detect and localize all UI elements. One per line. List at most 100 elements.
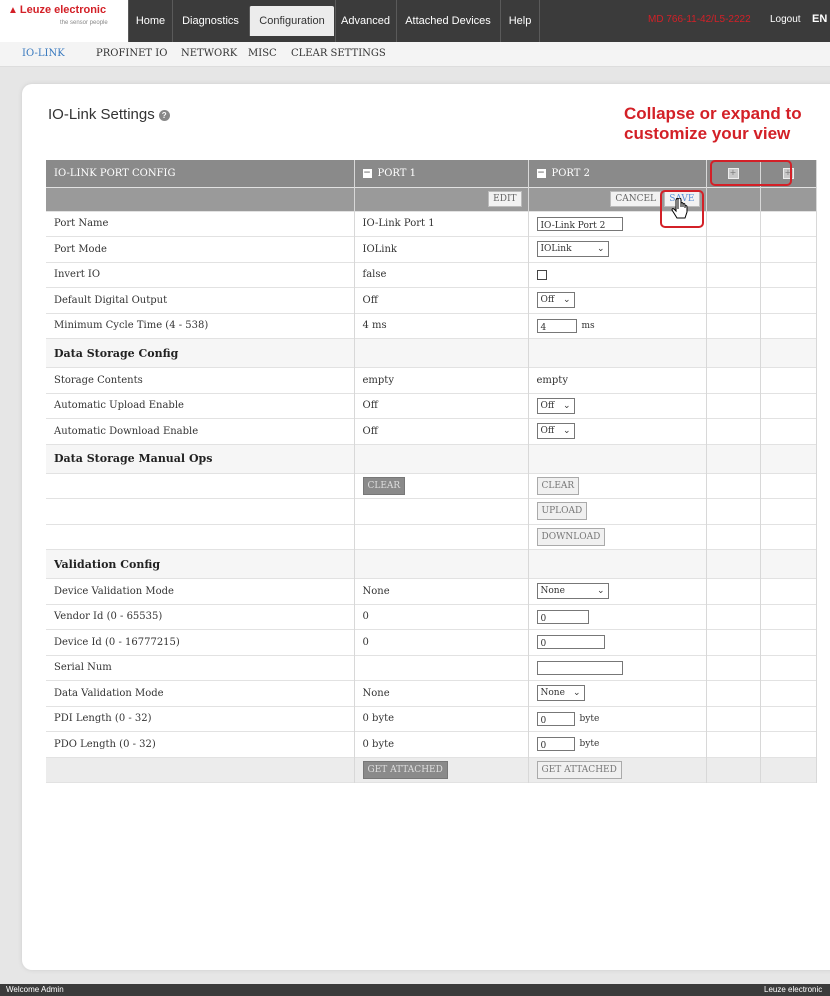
table-row: PDO Length (0 - 32) 0 byte 0 byte [46,731,817,757]
row-label: Invert IO [46,262,355,288]
collapse-port2-icon[interactable]: − [536,168,546,178]
row-label: Automatic Upload Enable [46,393,355,419]
row-label: Port Name [46,211,355,237]
row-label: Device Id (0 - 16777215) [46,629,355,655]
table-row: Device Id (0 - 16777215) 0 0 [46,629,817,655]
table-row: Port Mode IOLink IOLink ⌄ [46,236,817,262]
device-id-input[interactable]: 0 [536,635,605,650]
section-title: Validation Config [46,549,355,579]
row-label: Automatic Download Enable [46,418,355,444]
port1-value: IOLink [354,236,529,262]
footer-brand: Leuze electronic [764,985,823,994]
language-selector[interactable]: EN [812,13,827,25]
toolbar-row: EDIT CANCEL SAVE [46,187,817,211]
subnav-clear-settings[interactable]: CLEAR SETTINGS [291,48,386,59]
expand-port4-icon[interactable]: + [782,167,794,179]
invert-io-checkbox[interactable] [536,269,547,280]
chevron-down-icon: ⌄ [596,244,605,255]
subnav-network[interactable]: NETWORK [181,48,237,59]
chevron-down-icon: ⌄ [562,400,571,411]
default-output-select[interactable]: Off ⌄ [536,292,575,309]
column-header-port1: − PORT 1 [354,160,529,187]
row-label: Serial Num [46,655,355,681]
sub-nav: IO-LINK PROFINET IO NETWORK MISC CLEAR S… [0,42,830,67]
subnav-io-link[interactable]: IO-LINK [22,48,65,59]
vendor-id-input[interactable]: 0 [536,609,589,624]
port-mode-select[interactable]: IOLink ⌄ [536,241,609,258]
help-icon[interactable]: ? [158,109,170,121]
port1-value: 0 [354,629,529,655]
nav-help[interactable]: Help [500,0,540,42]
logo-triangle-icon: ▲ [8,5,18,16]
port1-value: 0 byte [354,706,529,732]
device-validation-select[interactable]: None ⌄ [536,583,609,600]
cancel-button[interactable]: CANCEL [610,191,662,207]
port1-get-attached-button[interactable]: GET ATTACHED [362,760,448,779]
table-row: Automatic Upload Enable Off Off ⌄ [46,393,817,419]
port1-value: Off [354,287,529,313]
column-header-config: IO-LINK PORT CONFIG [46,160,355,187]
table-row: Default Digital Output Off Off ⌄ [46,287,817,313]
port1-value [354,655,529,681]
data-validation-select[interactable]: None ⌄ [536,685,585,702]
chevron-down-icon: ⌄ [572,688,581,699]
nav-diagnostics[interactable]: Diagnostics [172,0,248,42]
table-row: Vendor Id (0 - 65535) 0 0 [46,604,817,630]
port1-value: empty [354,367,529,393]
subnav-profinet-io[interactable]: PROFINET IO [96,48,167,59]
unit-label: ms [581,320,595,331]
pdi-length-input[interactable]: 0 [536,711,575,726]
table-row: Automatic Download Enable Off Off ⌄ [46,418,817,444]
port1-value: false [354,262,529,288]
subnav-misc[interactable]: MISC [248,48,277,59]
port2-clear-button[interactable]: CLEAR [536,476,580,495]
table-row: Storage Contents empty empty [46,367,817,393]
footer: Welcome Admin Leuze electronic [0,984,830,996]
edit-button[interactable]: EDIT [488,191,522,207]
collapse-port1-icon[interactable]: − [362,168,372,178]
row-label: Default Digital Output [46,287,355,313]
nav-configuration[interactable]: Configuration [249,6,334,36]
port-name-input[interactable]: IO-Link Port 2 [536,216,623,231]
chevron-down-icon: ⌄ [562,295,571,306]
auto-upload-select[interactable]: Off ⌄ [536,397,575,414]
port1-value: Off [354,393,529,419]
section-row: Data Storage Config [46,338,817,368]
port2-upload-button[interactable]: UPLOAD [536,502,588,521]
row-label: PDI Length (0 - 32) [46,706,355,732]
port1-value: None [354,680,529,706]
port2-get-attached-button[interactable]: GET ATTACHED [536,760,622,779]
nav-attached-devices[interactable]: Attached Devices [396,0,499,42]
logout-link[interactable]: Logout [770,14,801,25]
top-bar: ▲ Leuze electronic the sensor people Home… [0,0,830,42]
min-cycle-input[interactable]: 4 [536,318,577,333]
chevron-down-icon: ⌄ [596,586,605,597]
save-button[interactable]: SAVE [664,191,700,207]
page-title: IO-Link Settings? [48,106,170,123]
port1-value: 0 byte [354,731,529,757]
nav-home[interactable]: Home [128,0,172,42]
chevron-down-icon: ⌄ [562,426,571,437]
table-row: Minimum Cycle Time (4 - 538) 4 ms 4 ms [46,313,817,339]
port1-clear-button[interactable]: CLEAR [362,476,406,495]
section-row: Data Storage Manual Ops [46,444,817,473]
table-row: PDI Length (0 - 32) 0 byte 0 byte [46,706,817,732]
row-label: Device Validation Mode [46,578,355,604]
serial-num-input[interactable] [536,660,623,675]
column-header-port4: + [760,160,817,187]
nav-advanced[interactable]: Advanced [335,0,395,42]
logo: ▲ Leuze electronic the sensor people [0,0,128,42]
port1-value: 4 ms [354,313,529,339]
row-label: PDO Length (0 - 32) [46,731,355,757]
io-link-port-config-table: IO-LINK PORT CONFIG − PORT 1 − PORT 2 + + … [46,160,817,783]
column-header-port2: − PORT 2 [528,160,707,187]
section-title: Data Storage Manual Ops [46,444,355,473]
auto-download-select[interactable]: Off ⌄ [536,423,575,440]
port2-download-button[interactable]: DOWNLOAD [536,527,606,546]
table-row: DOWNLOAD [46,524,817,550]
expand-port3-icon[interactable]: + [727,167,739,179]
pdo-length-input[interactable]: 0 [536,737,575,752]
table-row: Device Validation Mode None None ⌄ [46,578,817,604]
table-row: CLEAR CLEAR [46,473,817,499]
table-row: Serial Num [46,655,817,681]
